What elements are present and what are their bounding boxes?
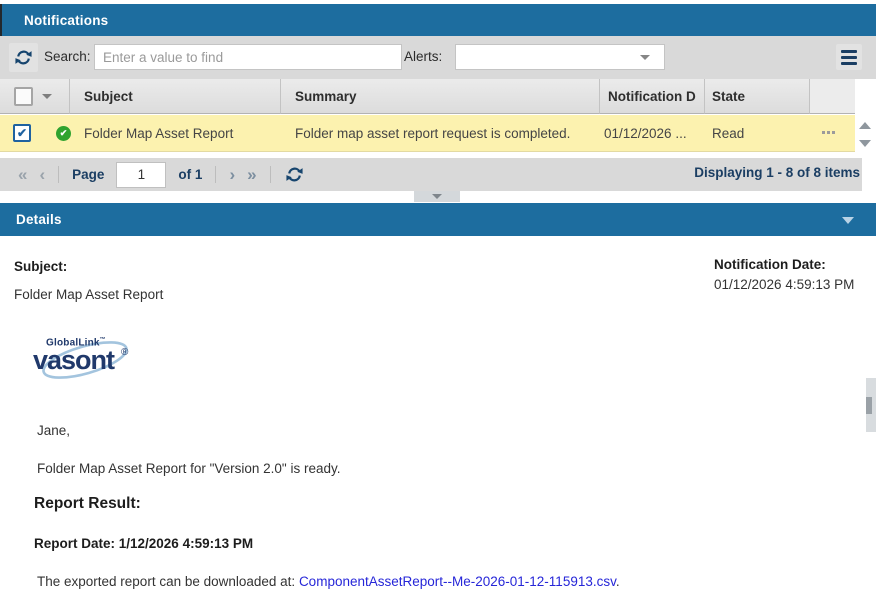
column-header-summary[interactable]: Summary xyxy=(281,79,600,114)
pager-refresh-button[interactable] xyxy=(280,165,309,184)
vasont-logo: GlobalLink™ vasont ® xyxy=(33,333,143,389)
grid-menu-button[interactable] xyxy=(836,44,862,70)
row-state-cell: Read xyxy=(712,115,807,152)
alerts-label: Alerts: xyxy=(404,49,442,64)
row-actions-ellipsis-icon[interactable] xyxy=(822,131,835,134)
pager-status-text: Displaying 1 - 8 of 8 items xyxy=(694,165,860,180)
page-number-input[interactable] xyxy=(116,162,166,188)
refresh-button[interactable] xyxy=(9,43,38,72)
download-prefix: The exported report can be downloaded at… xyxy=(37,574,299,589)
next-page-button[interactable]: › xyxy=(223,166,241,183)
chevron-down-icon[interactable] xyxy=(640,55,650,60)
notification-date-value: 01/12/2026 4:59:13 PM xyxy=(714,275,866,295)
success-status-icon: ✔ xyxy=(56,126,71,141)
notification-date-label: Notification Date: xyxy=(714,255,866,275)
page-of-label: of 1 xyxy=(178,167,202,182)
column-header-subject[interactable]: Subject xyxy=(70,79,281,114)
details-collapse-icon[interactable] xyxy=(842,217,854,224)
download-suffix: . xyxy=(616,574,620,589)
download-line: The exported report can be downloaded at… xyxy=(37,574,620,589)
row-notification-date-cell: 01/12/2026 ... xyxy=(604,115,703,152)
refresh-icon xyxy=(15,49,32,66)
table-row[interactable]: ✔ ✔ Folder Map Asset Report Folder map a… xyxy=(0,115,855,152)
hamburger-icon xyxy=(841,50,857,53)
select-all-checkbox[interactable] xyxy=(14,87,33,106)
report-download-link[interactable]: ComponentAssetReport--Me-2026-01-12-1159… xyxy=(299,574,616,589)
collapse-down-icon xyxy=(432,194,442,199)
details-subject-label: Subject: xyxy=(14,259,67,274)
column-header-filler xyxy=(810,79,855,114)
details-scrollbar-thumb[interactable] xyxy=(866,397,872,414)
select-menu-chevron-icon[interactable] xyxy=(42,94,52,99)
previous-page-button[interactable]: ‹ xyxy=(33,166,51,183)
details-panel-title: Details xyxy=(0,212,62,227)
details-message: Folder Map Asset Report for "Version 2.0… xyxy=(37,461,340,476)
search-label: Search: xyxy=(44,49,91,64)
page-label: Page xyxy=(72,167,104,182)
notifications-panel-header: Notifications xyxy=(0,4,876,36)
column-header-notification-date[interactable]: Notification D xyxy=(600,79,705,114)
notifications-toolbar: Search: Alerts: xyxy=(0,36,876,79)
notifications-window: Notifications Search: Alerts: Su xyxy=(0,0,876,616)
notifications-panel-title: Notifications xyxy=(2,13,108,28)
row-summary-cell: Folder map asset report request is compl… xyxy=(295,115,598,152)
report-date-line: Report Date: 1/12/2026 4:59:13 PM xyxy=(34,536,253,551)
details-greeting: Jane, xyxy=(37,423,70,438)
report-result-heading: Report Result: xyxy=(34,495,141,513)
panel-splitter-handle[interactable] xyxy=(414,191,460,202)
separator xyxy=(270,166,271,183)
column-header-select[interactable] xyxy=(0,79,70,114)
details-notification-date: Notification Date: 01/12/2026 4:59:13 PM xyxy=(714,255,866,296)
refresh-icon xyxy=(286,166,303,183)
separator xyxy=(58,166,59,183)
details-subject-value: Folder Map Asset Report xyxy=(14,287,163,302)
separator xyxy=(215,166,216,183)
row-checkbox[interactable]: ✔ xyxy=(13,124,31,142)
grid-scrollbar[interactable] xyxy=(855,115,876,158)
logo-product-text: vasont xyxy=(33,345,114,376)
row-subject-cell: Folder Map Asset Report xyxy=(84,115,279,152)
search-input[interactable] xyxy=(94,44,402,70)
first-page-button[interactable]: « xyxy=(12,166,33,183)
last-page-button[interactable]: » xyxy=(241,166,262,183)
scroll-down-icon[interactable] xyxy=(859,140,871,147)
column-header-state[interactable]: State xyxy=(705,79,810,114)
alerts-dropdown[interactable] xyxy=(455,44,665,70)
details-scrollbar[interactable] xyxy=(866,378,876,432)
details-panel-header: Details xyxy=(0,203,876,236)
registered-mark: ® xyxy=(121,347,128,358)
scroll-up-icon[interactable] xyxy=(859,122,871,129)
